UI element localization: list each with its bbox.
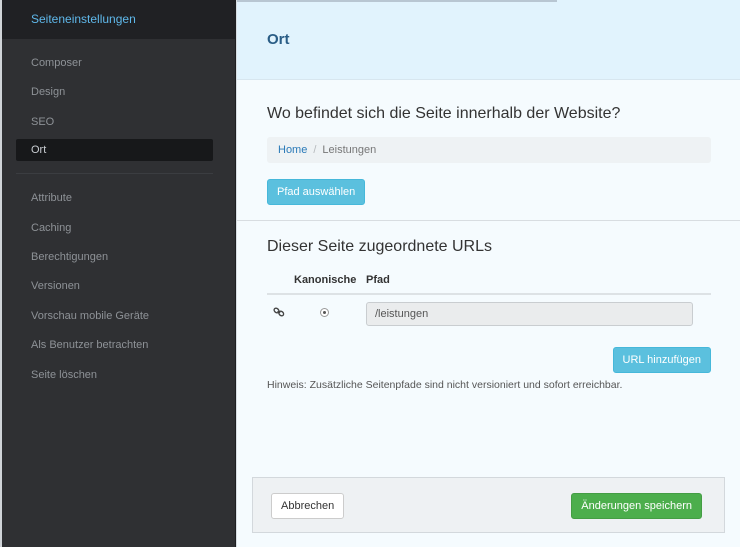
sidebar-menu-secondary: Attribute Caching Berechtigungen Version…	[2, 184, 235, 390]
sidebar-item-ort[interactable]: Ort	[16, 139, 213, 162]
breadcrumb-current: Leistungen	[322, 144, 377, 156]
urls-heading: Dieser Seite zugeordnete URLs	[267, 238, 493, 255]
breadcrumb-separator: /	[313, 144, 317, 156]
path-input[interactable]	[366, 301, 693, 326]
breadcrumb: Home / Leistungen	[267, 137, 711, 163]
header-icon-col	[267, 273, 294, 295]
hint-text: Hinweis: Zusätzliche Seitenpfade sind ni…	[267, 379, 623, 391]
sidebar-item-berechtigungen[interactable]: Berechtigungen	[2, 243, 235, 272]
sidebar-item-design[interactable]: Design	[2, 78, 235, 107]
sidebar-item-versionen[interactable]: Versionen	[2, 272, 235, 301]
path-cell	[366, 294, 711, 332]
cancel-button[interactable]: Abbrechen	[271, 493, 345, 519]
sidebar-item-caching[interactable]: Caching	[2, 214, 235, 243]
add-url-button[interactable]: URL hinzufügen	[612, 347, 711, 373]
breadcrumb-home-link[interactable]: Home	[278, 144, 307, 156]
sidebar-title: Seiteneinstellungen	[2, 0, 235, 39]
link-cell	[267, 294, 294, 332]
header-canonical: Kanonische	[294, 273, 366, 295]
header-path: Pfad	[366, 273, 711, 295]
sidebar-divider	[16, 173, 213, 175]
table-header-row: Kanonische Pfad	[267, 273, 711, 295]
urls-section: Dieser Seite zugeordnete URLs Kanonische…	[237, 221, 740, 391]
sidebar-item-delete-page[interactable]: Seite löschen	[2, 361, 235, 390]
table-row	[267, 294, 711, 332]
save-changes-button[interactable]: Änderungen speichern	[571, 493, 702, 519]
dialog-footer: Abbrechen Änderungen speichern	[252, 477, 725, 533]
top-border	[237, 0, 557, 2]
sidebar-menu: Composer Design SEO Ort	[2, 39, 235, 162]
sidebar-item-view-as-user[interactable]: Als Benutzer betrachten	[2, 331, 235, 360]
sidebar-item-mobile-preview[interactable]: Vorschau mobile Geräte	[2, 302, 235, 331]
sidebar-item-composer[interactable]: Composer	[2, 49, 235, 78]
sidebar-item-attribute[interactable]: Attribute	[2, 184, 235, 213]
select-path-button[interactable]: Pfad auswählen	[267, 179, 366, 205]
page-title: Ort	[267, 31, 290, 48]
canonical-radio[interactable]	[320, 307, 329, 317]
add-url-row: URL hinzufügen	[267, 347, 711, 373]
settings-sidebar: Seiteneinstellungen Composer Design SEO …	[2, 0, 236, 547]
link-icon	[273, 307, 285, 317]
panel-header: Ort	[237, 0, 740, 80]
location-heading: Wo befindet sich die Seite innerhalb der…	[267, 105, 621, 122]
url-table: Kanonische Pfad	[267, 273, 711, 332]
sidebar-item-seo[interactable]: SEO	[2, 108, 235, 137]
location-section: Wo befindet sich die Seite innerhalb der…	[237, 80, 740, 221]
location-panel: Ort Wo befindet sich die Seite innerhalb…	[236, 0, 740, 547]
canonical-cell	[294, 294, 366, 332]
